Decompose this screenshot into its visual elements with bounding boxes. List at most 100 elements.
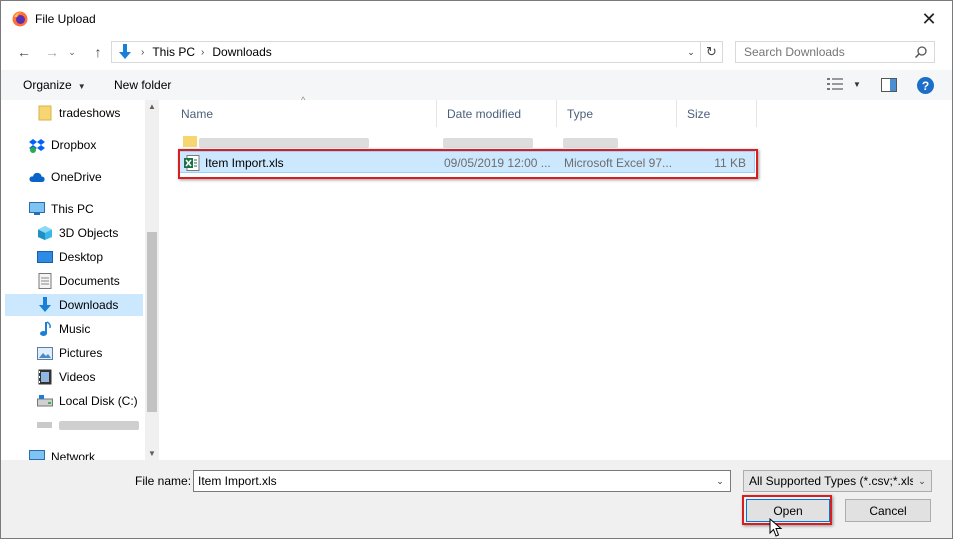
search-icon <box>914 46 927 59</box>
table-row[interactable] <box>177 131 647 153</box>
folder-icon <box>183 136 197 147</box>
forward-button[interactable]: → <box>41 41 63 63</box>
sidebar-item-network-drive[interactable] <box>37 414 143 436</box>
desktop-icon <box>37 249 53 265</box>
file-type-value: All Supported Types (*.csv;*.xls; <box>749 474 919 488</box>
file-name-input[interactable] <box>194 474 704 488</box>
up-arrow-icon: ↑ <box>94 44 102 60</box>
sidebar-item-label: tradeshows <box>59 106 121 120</box>
sidebar-item-pictures[interactable]: Pictures <box>37 342 143 364</box>
network-drive-icon <box>37 417 53 433</box>
open-button[interactable]: Open <box>746 499 830 522</box>
close-icon: ✕ <box>921 8 937 29</box>
navigation-scrollbar[interactable]: ▲ ▼ <box>145 100 159 460</box>
sidebar-item-videos[interactable]: Videos <box>37 366 143 388</box>
breadcrumb-this-pc[interactable]: This PC <box>152 45 195 59</box>
file-upload-dialog: File Upload ✕ ← → ⌄ ↑ › This PC › Downlo… <box>0 0 953 539</box>
search-input[interactable] <box>744 45 909 59</box>
file-size-cell: 11 KB <box>714 156 746 170</box>
sidebar-item-documents[interactable]: Documents <box>37 270 143 292</box>
preview-pane-icon <box>881 78 897 92</box>
sidebar-item-downloads[interactable]: Downloads <box>5 294 143 316</box>
chevron-down-icon[interactable]: ⌄ <box>682 42 700 62</box>
blurred-date <box>443 138 533 148</box>
excel-file-icon <box>184 155 200 171</box>
sidebar-item-label: Pictures <box>59 346 103 360</box>
breadcrumb-separator-icon: › <box>201 46 205 58</box>
organize-label: Organize <box>23 78 72 92</box>
blurred-label <box>59 420 139 430</box>
videos-icon <box>37 369 53 385</box>
sidebar-item-label: 3D Objects <box>59 226 119 240</box>
computer-icon <box>29 201 45 217</box>
sidebar-item-label: Music <box>59 322 91 336</box>
column-header-date-modified[interactable]: Date modified <box>437 100 557 127</box>
sidebar-item-this-pc[interactable]: This PC <box>29 198 143 220</box>
address-bar[interactable]: › This PC › Downloads ⌄ <box>111 41 701 63</box>
title-bar: File Upload ✕ <box>1 1 952 37</box>
chevron-down-icon[interactable]: ⌄ <box>913 471 931 491</box>
sidebar-item-label: Downloads <box>59 298 119 312</box>
scrollbar-thumb[interactable] <box>147 232 157 412</box>
sidebar-item-label: Desktop <box>59 250 104 264</box>
pictures-icon <box>37 345 53 361</box>
scroll-down-icon[interactable]: ▼ <box>147 449 157 458</box>
file-name-combobox[interactable]: ⌄ <box>193 470 731 492</box>
mouse-cursor-icon <box>769 518 783 537</box>
column-header-type[interactable]: Type <box>557 100 677 127</box>
scroll-up-icon[interactable]: ▲ <box>147 102 157 111</box>
download-icon <box>37 297 53 313</box>
sidebar-item-label: Network <box>51 450 96 460</box>
breadcrumb-downloads[interactable]: Downloads <box>212 45 271 59</box>
dialog-footer: File name: ⌄ All Supported Types (*.csv;… <box>1 460 952 538</box>
sidebar-item-tradeshows[interactable]: tradeshows <box>37 102 143 124</box>
navigation-pane: tradeshows Dropbox OneDrive This PC 3D O… <box>1 100 159 460</box>
blurred-name <box>199 138 369 148</box>
caret-down-icon: ▼ <box>853 79 861 89</box>
back-button[interactable]: ← <box>13 41 35 63</box>
music-icon <box>37 321 53 337</box>
organize-menu[interactable]: Organize ▼ <box>23 78 86 92</box>
file-type-cell: Microsoft Excel 97... <box>564 156 673 170</box>
preview-pane-button[interactable] <box>881 78 897 95</box>
sidebar-item-local-disk[interactable]: Local Disk (C:) <box>37 390 143 412</box>
file-list: ^ Name Date modified Type Size Item Impo… <box>171 95 952 460</box>
new-folder-button[interactable]: New folder <box>114 78 171 92</box>
onedrive-icon <box>29 169 45 185</box>
up-button[interactable]: ↑ <box>87 41 109 63</box>
help-button[interactable]: ? <box>917 77 934 94</box>
sidebar-item-music[interactable]: Music <box>37 318 143 340</box>
sidebar-item-label: Local Disk (C:) <box>59 394 138 408</box>
forward-arrow-icon: → <box>45 44 59 60</box>
column-header-name[interactable]: Name <box>171 100 437 127</box>
cancel-button[interactable]: Cancel <box>845 499 931 522</box>
sidebar-item-label: Documents <box>59 274 120 288</box>
command-toolbar: Organize ▼ New folder ▼ ? <box>1 70 952 100</box>
refresh-icon: ↻ <box>706 44 717 59</box>
sidebar-item-label: Videos <box>59 370 96 384</box>
sidebar-item-label: This PC <box>51 202 94 216</box>
sidebar-item-onedrive[interactable]: OneDrive <box>29 166 143 188</box>
sidebar-item-dropbox[interactable]: Dropbox <box>29 134 143 156</box>
firefox-icon <box>12 11 28 27</box>
chevron-down-icon[interactable]: ⌄ <box>710 471 730 491</box>
cube-icon <box>37 225 53 241</box>
sidebar-item-desktop[interactable]: Desktop <box>37 246 143 268</box>
back-arrow-icon: ← <box>17 44 31 60</box>
column-header-size[interactable]: Size <box>677 100 757 127</box>
sidebar-item-label: Dropbox <box>51 138 97 152</box>
refresh-button[interactable]: ↻ <box>701 41 723 63</box>
recent-locations-button[interactable]: ⌄ <box>65 41 79 63</box>
sidebar-item-network[interactable]: Network <box>29 446 143 460</box>
file-name-cell: Item Import.xls <box>205 156 284 170</box>
table-row[interactable]: Item Import.xls 09/05/2019 12:00 ... Mic… <box>179 151 755 173</box>
file-type-select[interactable]: All Supported Types (*.csv;*.xls; ⌄ <box>743 470 932 492</box>
disk-icon <box>37 393 53 409</box>
search-box[interactable] <box>735 41 935 63</box>
sidebar-item-3d-objects[interactable]: 3D Objects <box>37 222 143 244</box>
close-button[interactable]: ✕ <box>906 1 952 37</box>
file-date-cell: 09/05/2019 12:00 ... <box>444 156 551 170</box>
navigation-bar: ← → ⌄ ↑ › This PC › Downloads ⌄ ↻ <box>1 37 952 67</box>
dropbox-icon <box>29 137 45 153</box>
change-view-button[interactable]: ▼ <box>827 78 861 90</box>
